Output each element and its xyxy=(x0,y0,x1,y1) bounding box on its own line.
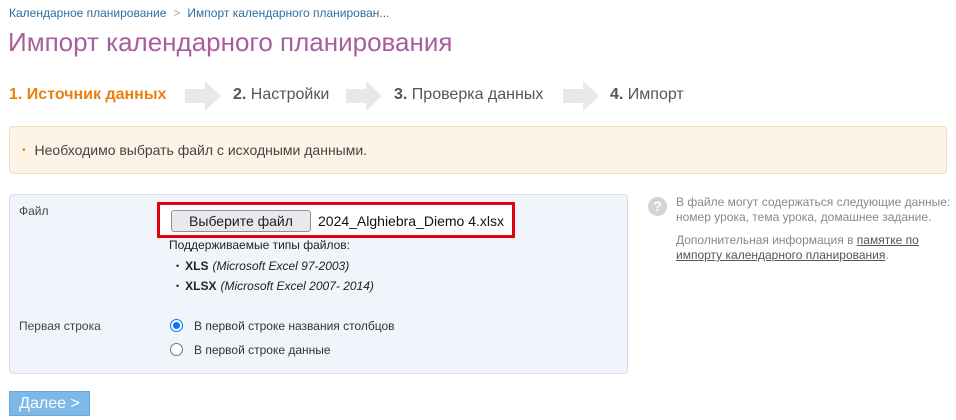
step-label: Проверка данных xyxy=(411,86,544,103)
file-type-ext: XLS xyxy=(185,259,209,273)
step-arrow-icon xyxy=(563,81,599,111)
page-title: Импорт календарного планирования xyxy=(8,27,453,57)
bullet-icon: • xyxy=(176,281,180,291)
help-text-suffix: . xyxy=(885,248,889,262)
step-arrow-icon xyxy=(185,81,221,111)
supported-types-title: Поддерживаемые типы файлов: xyxy=(169,238,351,252)
next-button[interactable]: Далее > xyxy=(9,391,90,416)
step-number: 4. xyxy=(610,86,624,103)
alert-text: Необходимо выбрать файл с исходными данн… xyxy=(34,142,368,158)
step-check: 3. Проверка данных xyxy=(394,86,543,104)
file-input-highlight: Выберите файл 2024_Alghiebra_Diemo 4.xls… xyxy=(157,202,515,238)
choose-file-button[interactable]: Выберите файл xyxy=(171,210,311,232)
help-text-more: Дополнительная информация в памятке по и… xyxy=(676,233,951,263)
radio-button-checked[interactable] xyxy=(170,319,183,333)
breadcrumb-link-planning[interactable]: Календарное планирование xyxy=(9,6,166,20)
alert-message: • Необходимо выбрать файл с исходными дан… xyxy=(9,126,947,174)
radio-label[interactable]: В первой строке названия столбцов xyxy=(194,319,395,333)
step-number: 1. xyxy=(9,86,23,103)
breadcrumb-link-import[interactable]: Импорт календарного планирован... xyxy=(187,6,389,20)
step-label: Настройки xyxy=(250,86,330,103)
file-type-ext: XLSX xyxy=(185,279,217,293)
file-type-desc: (Microsoft Excel 2007- 2014) xyxy=(220,279,374,293)
step-number: 2. xyxy=(233,86,247,103)
bullet-icon: • xyxy=(22,145,26,156)
step-label: Импорт xyxy=(627,86,684,103)
radio-label[interactable]: В первой строке данные xyxy=(194,343,331,357)
help-text-prefix: Дополнительная информация в xyxy=(676,233,857,247)
help-info: В файле могут содержаться следующие данн… xyxy=(676,195,951,271)
breadcrumb-separator: > xyxy=(173,6,181,20)
import-form: Файл Выберите файл 2024_Alghiebra_Diemo … xyxy=(9,194,628,374)
file-type-item: • XLS (Microsoft Excel 97-2003) xyxy=(176,259,349,273)
step-source: 1. Источник данных xyxy=(9,86,166,104)
first-row-label: Первая строка xyxy=(19,319,101,333)
selected-file-name: 2024_Alghiebra_Diemo 4.xlsx xyxy=(318,213,504,229)
help-question-icon: ? xyxy=(648,197,667,216)
radio-button[interactable] xyxy=(170,343,183,357)
radio-option-data[interactable]: В первой строке данные xyxy=(170,343,331,357)
step-arrow-icon xyxy=(346,81,382,111)
file-type-item: • XLSX (Microsoft Excel 2007- 2014) xyxy=(176,279,374,293)
file-type-desc: (Microsoft Excel 97-2003) xyxy=(212,259,350,273)
step-label: Источник данных xyxy=(26,86,167,103)
wizard-steps: 1. Источник данных 2. Настройки 3. Прове… xyxy=(9,80,949,112)
breadcrumb: Календарное планирование > Импорт календар… xyxy=(9,6,389,20)
help-text-fields: В файле могут содержаться следующие данн… xyxy=(676,195,951,224)
bullet-icon: • xyxy=(176,261,180,271)
step-settings: 2. Настройки xyxy=(233,86,329,104)
step-number: 3. xyxy=(394,86,408,103)
step-import: 4. Импорт xyxy=(610,86,684,104)
radio-option-column-names[interactable]: В первой строке названия столбцов xyxy=(170,319,395,333)
file-label: Файл xyxy=(19,204,49,218)
